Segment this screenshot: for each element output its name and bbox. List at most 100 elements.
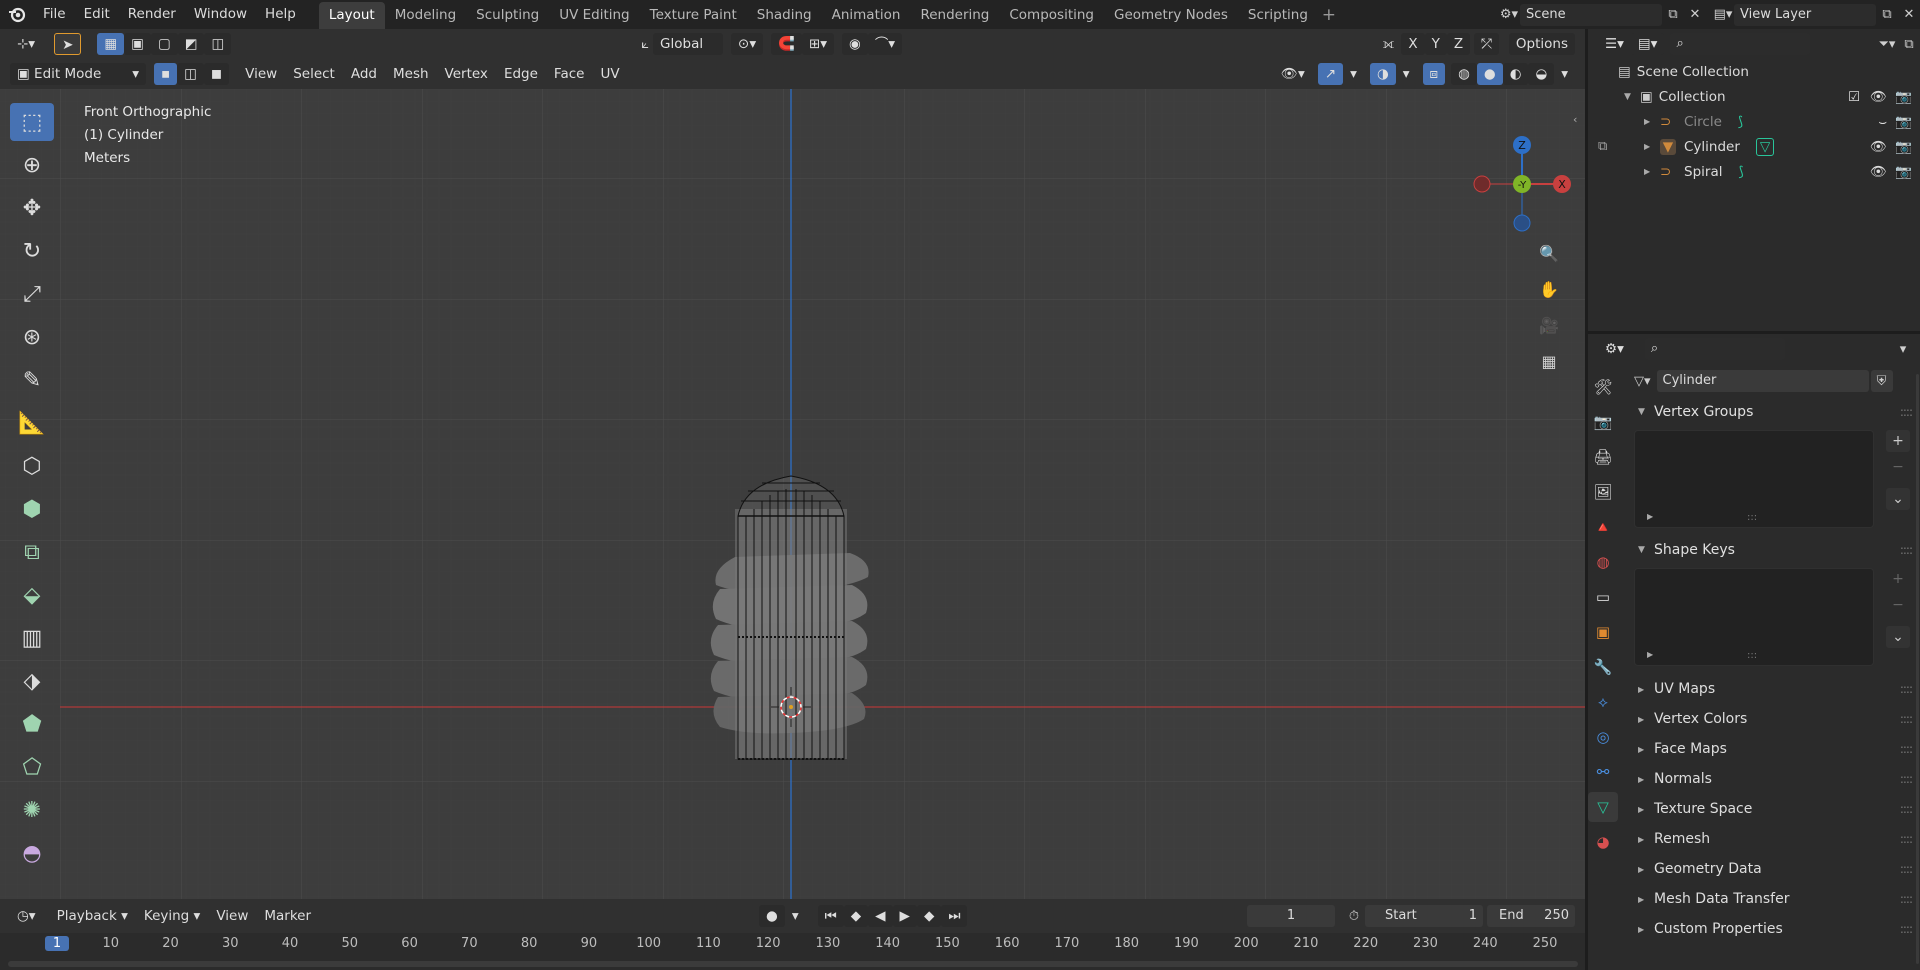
panel-texture-space[interactable]: ▶ Texture Space:::: [1628,794,1920,824]
material-shading-icon[interactable]: ◐ [1502,63,1529,85]
proportional-falloff-icon[interactable]: ⌒▾ [867,33,903,55]
object-tab-icon[interactable]: ▣ [1588,617,1618,647]
mirror-z-toggle[interactable]: Z [1446,33,1471,55]
snap-toggle-icon[interactable]: 🧲 [771,33,802,55]
add-cube-tool-icon[interactable]: ⬡ [10,447,54,485]
xray-toggle-icon[interactable]: ⧈ [1422,63,1446,85]
menu-help[interactable]: Help [256,0,305,29]
panel-remesh[interactable]: ▶ Remesh:::: [1628,824,1920,854]
data-tab-icon[interactable]: ▽ [1588,792,1618,822]
new-scene-icon[interactable]: ⧉ [1662,4,1684,26]
render-visibility-icon[interactable]: 📷 [1895,114,1912,130]
render-visibility-icon[interactable]: 📷 [1895,164,1912,180]
viewport-menu-face[interactable]: Face [546,63,593,85]
tab-rendering[interactable]: Rendering [910,2,999,29]
tab-modeling[interactable]: Modeling [385,2,466,29]
add-shape-key-button[interactable]: + [1886,568,1910,590]
blender-logo-icon[interactable] [0,6,34,24]
bevel-tool-icon[interactable]: ⬙ [10,576,54,614]
viewport-menu-select[interactable]: Select [285,63,343,85]
tab-scripting[interactable]: Scripting [1238,2,1318,29]
rotate-tool-icon[interactable]: ↻ [10,232,54,270]
view-layer-selector-icon[interactable]: ▤▾ [1712,4,1734,26]
shape-keys-panel-header[interactable]: ▼ Shape Keys:::: [1628,536,1920,564]
panel-mesh-data-transfer[interactable]: ▶ Mesh Data Transfer:::: [1628,884,1920,914]
new-view-layer-icon[interactable]: ⧉ [1876,4,1898,26]
transform-orientation-dropdown[interactable]: Global [653,33,724,55]
delete-scene-icon[interactable]: ✕ [1684,4,1706,26]
output-tab-icon[interactable]: 🖨 [1588,442,1618,472]
menu-render[interactable]: Render [119,0,185,29]
pan-hand-icon[interactable]: ✋ [1538,278,1560,300]
shading-options-icon[interactable]: ▾ [1554,63,1575,85]
outliner-item-circle[interactable]: ▶ ⊃ Circle ⟆ ⌣ 📷 [1588,109,1920,134]
properties-search-input[interactable]: ⌕ [1644,338,1785,360]
scene-tab-icon[interactable]: 🔺 [1588,512,1618,542]
visibility-icon[interactable]: 👁 [1870,164,1887,180]
render-tab-icon[interactable]: 📷 [1588,407,1618,437]
outliner-item-spiral[interactable]: ▶ ⊃ Spiral ⟆ 👁 📷 [1588,159,1920,184]
edge-select-mode-icon[interactable]: ◫ [177,63,204,85]
world-tab-icon[interactable]: ◍ [1588,547,1618,577]
annotate-tool-icon[interactable]: ✎ [10,361,54,399]
end-frame-field[interactable]: End 250 [1487,905,1575,927]
cursor-tool-icon[interactable]: ⊕ [10,146,54,184]
measure-tool-icon[interactable]: 📐 [10,404,54,442]
tab-sculpting[interactable]: Sculpting [466,2,549,29]
inset-tool-icon[interactable]: ⧉ [10,533,54,571]
expand-icon[interactable]: ▶ [1644,142,1660,151]
constraints-tab-icon[interactable]: ⚯ [1588,757,1618,787]
properties-editor-type-icon[interactable]: ⚙▾ [1598,338,1631,360]
panel-normals[interactable]: ▶ Normals:::: [1628,764,1920,794]
move-tool-icon[interactable]: ✥ [10,189,54,227]
tool-tab-icon[interactable]: 🛠 [1588,372,1618,402]
panel-custom-properties[interactable]: ▶ Custom Properties:::: [1628,914,1920,944]
select-invert-icon[interactable]: ◩ [177,33,205,55]
modifier-tab-icon[interactable]: 🔧 [1588,652,1618,682]
outliner-filter-side-icon[interactable]: ⧉ [1598,139,1607,154]
menu-edit[interactable]: Edit [75,0,119,29]
collection-visibility-icon[interactable]: 👁 [1870,89,1887,105]
outliner-item-cylinder[interactable]: ▶ ▼ Cylinder ▽ 👁 📷 [1588,134,1920,159]
collection-exclude-checkbox[interactable]: ☑ [1848,89,1860,105]
gizmo-toggle-icon[interactable]: ↗ [1317,63,1344,85]
snap-target-icon[interactable]: ⊞▾ [801,33,835,55]
tab-animation[interactable]: Animation [822,2,911,29]
vertex-groups-panel-header[interactable]: ▼ Vertex Groups:::: [1628,398,1920,426]
next-keyframe-icon[interactable]: ◆ [916,905,942,927]
pivot-point-icon[interactable]: ⊙▾ [731,33,764,55]
particles-tab-icon[interactable]: ⟡ [1588,687,1618,717]
viewport-menu-mesh[interactable]: Mesh [385,63,437,85]
scene-selector-icon[interactable]: ⚙▾ [1498,4,1520,26]
prev-keyframe-icon[interactable]: ◆ [843,905,869,927]
options-dropdown[interactable]: Options [1508,33,1575,55]
zoom-icon[interactable]: 🔍 [1538,242,1560,264]
tab-uv-editing[interactable]: UV Editing [549,2,639,29]
physics-tab-icon[interactable]: ◎ [1588,722,1618,752]
select-box-mode-icon[interactable]: ▦ [97,33,125,55]
mesh-data-icon[interactable]: ▽▾ [1634,374,1651,389]
shape-keys-list[interactable]: ▶ ::: [1634,568,1874,666]
face-select-mode-icon[interactable]: ◼ [203,63,230,85]
visibility-icon[interactable]: 👁 [1870,139,1887,155]
timeline-menu-keying[interactable]: Keying ▾ [136,905,208,927]
current-frame-field[interactable]: 1 [1247,905,1335,927]
poly-build-tool-icon[interactable]: ⬟ [10,705,54,743]
mirror-x-toggle[interactable]: X [1401,33,1425,55]
fake-user-shield-icon[interactable]: ⛨ [1870,370,1893,392]
tab-texture-paint[interactable]: Texture Paint [640,2,747,29]
display-mode-icon[interactable]: ▤▾ [1630,33,1665,55]
add-vertex-group-button[interactable]: + [1886,430,1910,452]
view-layer-tab-icon[interactable]: 🖼 [1588,477,1618,507]
jump-end-icon[interactable]: ⏭ [941,905,968,927]
tab-layout[interactable]: Layout [318,2,385,29]
timeline-editor-type-icon[interactable]: ◷▾ [10,905,43,927]
smooth-tool-icon[interactable]: ✺ [10,791,54,829]
panel-vertex-colors[interactable]: ▶ Vertex Colors:::: [1628,704,1920,734]
knife-tool-icon[interactable]: ⬗ [10,662,54,700]
remove-shape-key-button[interactable]: − [1886,594,1910,616]
tab-compositing[interactable]: Compositing [999,2,1104,29]
viewport-menu-uv[interactable]: UV [592,63,627,85]
extrude-tool-icon[interactable]: ⬢ [10,490,54,528]
proportional-edit-icon[interactable]: ◉ [842,33,868,55]
